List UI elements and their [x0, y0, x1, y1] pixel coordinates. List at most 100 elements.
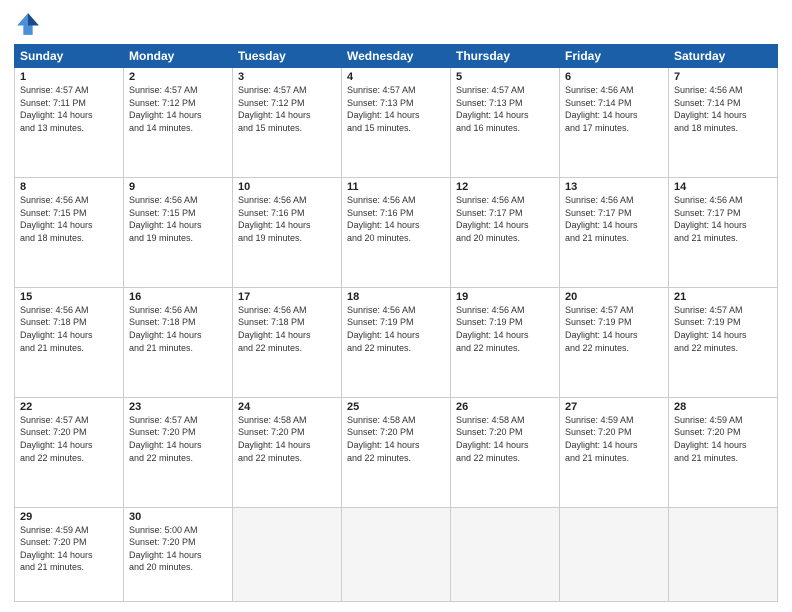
day-info: Sunrise: 4:56 AMSunset: 7:19 PMDaylight:… — [347, 304, 445, 354]
week-row-4: 22Sunrise: 4:57 AMSunset: 7:20 PMDayligh… — [15, 397, 778, 507]
day-number: 8 — [20, 181, 118, 193]
calendar-cell — [233, 507, 342, 601]
calendar-cell: 25Sunrise: 4:58 AMSunset: 7:20 PMDayligh… — [342, 397, 451, 507]
calendar-cell: 26Sunrise: 4:58 AMSunset: 7:20 PMDayligh… — [451, 397, 560, 507]
calendar-cell: 16Sunrise: 4:56 AMSunset: 7:18 PMDayligh… — [124, 287, 233, 397]
day-number: 7 — [674, 71, 772, 83]
day-number: 5 — [456, 71, 554, 83]
calendar-cell — [451, 507, 560, 601]
week-row-5: 29Sunrise: 4:59 AMSunset: 7:20 PMDayligh… — [15, 507, 778, 601]
day-number: 13 — [565, 181, 663, 193]
weekday-header-saturday: Saturday — [669, 45, 778, 68]
day-number: 10 — [238, 181, 336, 193]
calendar-cell: 13Sunrise: 4:56 AMSunset: 7:17 PMDayligh… — [560, 177, 669, 287]
calendar-cell — [342, 507, 451, 601]
day-number: 18 — [347, 291, 445, 303]
day-number: 3 — [238, 71, 336, 83]
day-number: 27 — [565, 401, 663, 413]
day-number: 20 — [565, 291, 663, 303]
calendar-cell: 12Sunrise: 4:56 AMSunset: 7:17 PMDayligh… — [451, 177, 560, 287]
calendar-cell: 18Sunrise: 4:56 AMSunset: 7:19 PMDayligh… — [342, 287, 451, 397]
calendar-cell: 14Sunrise: 4:56 AMSunset: 7:17 PMDayligh… — [669, 177, 778, 287]
week-row-1: 1Sunrise: 4:57 AMSunset: 7:11 PMDaylight… — [15, 68, 778, 178]
calendar-cell: 10Sunrise: 4:56 AMSunset: 7:16 PMDayligh… — [233, 177, 342, 287]
logo — [14, 10, 46, 38]
day-number: 24 — [238, 401, 336, 413]
day-info: Sunrise: 4:59 AMSunset: 7:20 PMDaylight:… — [20, 524, 118, 574]
calendar-cell: 19Sunrise: 4:56 AMSunset: 7:19 PMDayligh… — [451, 287, 560, 397]
day-info: Sunrise: 4:57 AMSunset: 7:12 PMDaylight:… — [129, 84, 227, 134]
day-number: 30 — [129, 511, 227, 523]
day-number: 14 — [674, 181, 772, 193]
day-info: Sunrise: 4:56 AMSunset: 7:14 PMDaylight:… — [674, 84, 772, 134]
day-info: Sunrise: 4:56 AMSunset: 7:14 PMDaylight:… — [565, 84, 663, 134]
day-info: Sunrise: 4:56 AMSunset: 7:16 PMDaylight:… — [347, 194, 445, 244]
day-number: 22 — [20, 401, 118, 413]
day-number: 21 — [674, 291, 772, 303]
header — [14, 10, 778, 38]
day-info: Sunrise: 4:57 AMSunset: 7:12 PMDaylight:… — [238, 84, 336, 134]
day-info: Sunrise: 4:59 AMSunset: 7:20 PMDaylight:… — [565, 414, 663, 464]
day-number: 25 — [347, 401, 445, 413]
day-info: Sunrise: 4:57 AMSunset: 7:11 PMDaylight:… — [20, 84, 118, 134]
calendar-cell: 6Sunrise: 4:56 AMSunset: 7:14 PMDaylight… — [560, 68, 669, 178]
calendar-cell: 28Sunrise: 4:59 AMSunset: 7:20 PMDayligh… — [669, 397, 778, 507]
day-info: Sunrise: 4:58 AMSunset: 7:20 PMDaylight:… — [456, 414, 554, 464]
weekday-header-wednesday: Wednesday — [342, 45, 451, 68]
calendar-cell: 29Sunrise: 4:59 AMSunset: 7:20 PMDayligh… — [15, 507, 124, 601]
day-number: 17 — [238, 291, 336, 303]
weekday-header-row: SundayMondayTuesdayWednesdayThursdayFrid… — [15, 45, 778, 68]
day-number: 26 — [456, 401, 554, 413]
day-info: Sunrise: 4:58 AMSunset: 7:20 PMDaylight:… — [347, 414, 445, 464]
day-info: Sunrise: 5:00 AMSunset: 7:20 PMDaylight:… — [129, 524, 227, 574]
day-info: Sunrise: 4:56 AMSunset: 7:19 PMDaylight:… — [456, 304, 554, 354]
calendar-cell: 24Sunrise: 4:58 AMSunset: 7:20 PMDayligh… — [233, 397, 342, 507]
logo-icon — [14, 10, 42, 38]
day-number: 1 — [20, 71, 118, 83]
weekday-header-thursday: Thursday — [451, 45, 560, 68]
day-number: 9 — [129, 181, 227, 193]
calendar-cell: 11Sunrise: 4:56 AMSunset: 7:16 PMDayligh… — [342, 177, 451, 287]
calendar-cell: 23Sunrise: 4:57 AMSunset: 7:20 PMDayligh… — [124, 397, 233, 507]
calendar-cell: 1Sunrise: 4:57 AMSunset: 7:11 PMDaylight… — [15, 68, 124, 178]
day-info: Sunrise: 4:57 AMSunset: 7:13 PMDaylight:… — [456, 84, 554, 134]
day-info: Sunrise: 4:57 AMSunset: 7:20 PMDaylight:… — [20, 414, 118, 464]
day-info: Sunrise: 4:56 AMSunset: 7:17 PMDaylight:… — [565, 194, 663, 244]
day-number: 23 — [129, 401, 227, 413]
day-info: Sunrise: 4:58 AMSunset: 7:20 PMDaylight:… — [238, 414, 336, 464]
week-row-2: 8Sunrise: 4:56 AMSunset: 7:15 PMDaylight… — [15, 177, 778, 287]
calendar-cell: 7Sunrise: 4:56 AMSunset: 7:14 PMDaylight… — [669, 68, 778, 178]
day-info: Sunrise: 4:56 AMSunset: 7:18 PMDaylight:… — [20, 304, 118, 354]
day-info: Sunrise: 4:57 AMSunset: 7:19 PMDaylight:… — [674, 304, 772, 354]
calendar-cell: 20Sunrise: 4:57 AMSunset: 7:19 PMDayligh… — [560, 287, 669, 397]
day-number: 16 — [129, 291, 227, 303]
calendar-cell: 17Sunrise: 4:56 AMSunset: 7:18 PMDayligh… — [233, 287, 342, 397]
weekday-header-sunday: Sunday — [15, 45, 124, 68]
day-info: Sunrise: 4:57 AMSunset: 7:13 PMDaylight:… — [347, 84, 445, 134]
calendar-cell: 4Sunrise: 4:57 AMSunset: 7:13 PMDaylight… — [342, 68, 451, 178]
day-info: Sunrise: 4:59 AMSunset: 7:20 PMDaylight:… — [674, 414, 772, 464]
day-number: 29 — [20, 511, 118, 523]
calendar-cell: 8Sunrise: 4:56 AMSunset: 7:15 PMDaylight… — [15, 177, 124, 287]
day-info: Sunrise: 4:56 AMSunset: 7:18 PMDaylight:… — [238, 304, 336, 354]
day-info: Sunrise: 4:56 AMSunset: 7:17 PMDaylight:… — [456, 194, 554, 244]
day-number: 11 — [347, 181, 445, 193]
day-info: Sunrise: 4:56 AMSunset: 7:18 PMDaylight:… — [129, 304, 227, 354]
week-row-3: 15Sunrise: 4:56 AMSunset: 7:18 PMDayligh… — [15, 287, 778, 397]
calendar-cell: 22Sunrise: 4:57 AMSunset: 7:20 PMDayligh… — [15, 397, 124, 507]
day-info: Sunrise: 4:56 AMSunset: 7:16 PMDaylight:… — [238, 194, 336, 244]
day-number: 6 — [565, 71, 663, 83]
calendar-cell: 2Sunrise: 4:57 AMSunset: 7:12 PMDaylight… — [124, 68, 233, 178]
calendar-cell: 15Sunrise: 4:56 AMSunset: 7:18 PMDayligh… — [15, 287, 124, 397]
calendar-table: SundayMondayTuesdayWednesdayThursdayFrid… — [14, 44, 778, 602]
weekday-header-tuesday: Tuesday — [233, 45, 342, 68]
day-info: Sunrise: 4:56 AMSunset: 7:15 PMDaylight:… — [20, 194, 118, 244]
page: SundayMondayTuesdayWednesdayThursdayFrid… — [0, 0, 792, 612]
day-number: 19 — [456, 291, 554, 303]
calendar-cell: 3Sunrise: 4:57 AMSunset: 7:12 PMDaylight… — [233, 68, 342, 178]
day-info: Sunrise: 4:57 AMSunset: 7:19 PMDaylight:… — [565, 304, 663, 354]
calendar-cell — [560, 507, 669, 601]
day-number: 4 — [347, 71, 445, 83]
calendar-cell — [669, 507, 778, 601]
calendar-cell: 5Sunrise: 4:57 AMSunset: 7:13 PMDaylight… — [451, 68, 560, 178]
